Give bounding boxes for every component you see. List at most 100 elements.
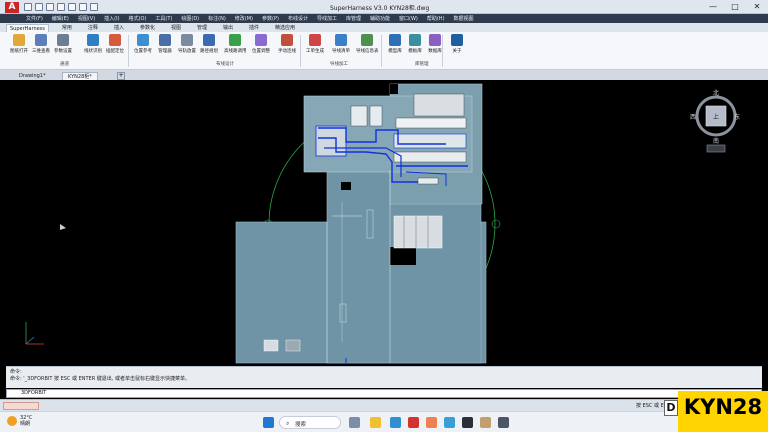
status-bar: 按 ESC 或 EN... — [0, 399, 768, 411]
menu-item-9[interactable]: 参数(P) — [262, 15, 279, 22]
menu-item-3[interactable]: 插入(I) — [104, 15, 119, 22]
ribbon-button-9[interactable]: 高线路调用 — [224, 34, 247, 54]
save-as-icon[interactable] — [57, 3, 65, 11]
menu-item-1[interactable]: 编辑(E) — [52, 15, 69, 22]
ribbon-button-2[interactable]: 参数设置 — [52, 34, 74, 54]
ribbon-tab-9[interactable]: 精选应用 — [272, 24, 298, 32]
ribbon-tab-3[interactable]: 插入 — [111, 24, 127, 32]
ribbon-button-label: 关于 — [452, 49, 462, 54]
navcube-east[interactable]: 东 — [734, 112, 740, 121]
cutout-1 — [390, 247, 416, 265]
ribbon-tab-2[interactable]: 注释 — [85, 24, 101, 32]
ribbon-tab-5[interactable]: 视图 — [168, 24, 184, 32]
title-bar: A SuperHarness V3.0 KYN28柜.dwg — □ ✕ — [0, 0, 768, 14]
open-file-icon[interactable] — [35, 3, 43, 11]
menu-item-13[interactable]: 辅助功能 — [370, 15, 390, 22]
file-explorer-icon[interactable] — [370, 417, 381, 428]
ribbon-tab-6[interactable]: 管理 — [194, 24, 210, 32]
menu-item-4[interactable]: 格式(O) — [129, 15, 147, 22]
taskbar-search[interactable]: ⌕ 搜索 — [279, 416, 341, 429]
ribbon-group-wire-processing: 导线加工 — [330, 62, 348, 67]
app-logo[interactable]: A — [5, 2, 19, 13]
navcube-west[interactable]: 西 — [690, 112, 696, 121]
print-icon[interactable] — [68, 3, 76, 11]
menu-item-15[interactable]: 帮助(H) — [427, 15, 445, 22]
edge-browser-icon[interactable] — [390, 417, 401, 428]
start-menu-icon[interactable] — [263, 417, 274, 428]
position-ref-icon — [137, 34, 149, 46]
ribbon-tab-7[interactable]: 输出 — [220, 24, 236, 32]
app-icon-1[interactable] — [426, 417, 437, 428]
ribbon-button-label: 位置参考 — [134, 49, 152, 54]
ribbon-button-13[interactable]: 导线清单 — [330, 34, 352, 54]
ribbon-button-1[interactable]: 三维查看 — [30, 34, 52, 54]
menu-item-12[interactable]: 库管理 — [346, 15, 361, 22]
doc-tab-drawing1[interactable]: Drawing1* — [14, 72, 50, 80]
menu-item-14[interactable]: 窗口(W) — [399, 15, 418, 22]
ribbon-button-0[interactable]: 图纸打开 — [8, 34, 30, 54]
menu-item-11[interactable]: 导线加工 — [317, 15, 337, 22]
rail-place-icon — [181, 34, 193, 46]
watermark-strip: D — [664, 400, 678, 416]
ribbon-separator — [128, 35, 129, 67]
orbit-handle-right — [491, 219, 501, 229]
menu-item-6[interactable]: 绘图(D) — [181, 15, 199, 22]
ribbon-button-10[interactable]: 位置调整 — [250, 34, 272, 54]
ribbon-button-16[interactable]: 模板库 — [404, 34, 426, 54]
menu-item-7[interactable]: 标注(N) — [208, 15, 226, 22]
superharness-taskbar-icon[interactable] — [462, 417, 473, 428]
ribbon-button-7[interactable]: 导轨放置 — [176, 34, 198, 54]
ribbon-button-18[interactable]: 关于 — [446, 34, 468, 54]
ribbon-button-14[interactable]: 导线信息表 — [356, 34, 379, 54]
cutout-2 — [390, 84, 398, 94]
wps-icon[interactable] — [408, 417, 419, 428]
menu-item-8[interactable]: 修改(M) — [235, 15, 253, 22]
command-input[interactable]: 3DFORBIT — [6, 389, 762, 398]
menu-item-10[interactable]: 布线设计 — [288, 15, 308, 22]
adjust-icon — [255, 34, 267, 46]
app-icon-4[interactable] — [498, 417, 509, 428]
minimize-button[interactable]: — — [702, 0, 724, 14]
task-view-icon[interactable] — [349, 417, 360, 428]
ribbon-tab-0[interactable]: SuperHarness — [6, 24, 49, 32]
new-tab-button[interactable]: + — [117, 72, 125, 80]
app-icon-2[interactable] — [444, 417, 455, 428]
ribbon-button-label: 导线清单 — [332, 49, 350, 54]
ribbon-tab-1[interactable]: 常用 — [59, 24, 75, 32]
ribbon-button-3[interactable]: 线状识别 — [82, 34, 104, 54]
ribbon-tab-8[interactable]: 插件 — [246, 24, 262, 32]
ribbon-button-12[interactable]: 工单生成 — [304, 34, 326, 54]
menu-item-0[interactable]: 文件(F) — [26, 15, 43, 22]
weather-widget[interactable]: 32°C 晴朗 — [20, 415, 32, 427]
ribbon-button-8[interactable]: 路径规划 — [198, 34, 220, 54]
ribbon-button-15[interactable]: 模型库 — [384, 34, 406, 54]
ribbon-button-4[interactable]: 插配定位 — [104, 34, 126, 54]
ribbon-button-6[interactable]: 管理器 — [154, 34, 176, 54]
weather-sun-icon[interactable] — [7, 416, 17, 426]
menu-item-2[interactable]: 视图(V) — [78, 15, 95, 22]
view-cube[interactable]: 北 南 东 西 上 — [690, 88, 742, 156]
new-file-icon[interactable] — [24, 3, 32, 11]
navcube-south[interactable]: 南 — [713, 136, 719, 145]
status-model-tab[interactable] — [3, 402, 39, 410]
close-button[interactable]: ✕ — [746, 0, 768, 14]
menu-item-5[interactable]: 工具(T) — [155, 15, 172, 22]
undo-icon[interactable] — [79, 3, 87, 11]
navcube-top-face[interactable]: 上 — [713, 112, 719, 121]
navcube-north[interactable]: 北 — [713, 88, 719, 97]
ribbon-tab-4[interactable]: 参数化 — [137, 24, 158, 32]
command-history-line-2: 命令: '_3DFORBIT 按 ESC 或 ENTER 键退出, 或者单击鼠标… — [10, 376, 190, 382]
doc-tab-kyn28[interactable]: KYN28柜* — [62, 72, 98, 80]
drawing-canvas[interactable] — [6, 82, 762, 366]
menu-bar: 文件(F) 编辑(E) 视图(V) 插入(I) 格式(O) 工具(T) 绘图(D) 标注(N)… — [0, 14, 768, 23]
maximize-button[interactable]: □ — [724, 0, 746, 14]
ribbon-button-label: 位置调整 — [252, 49, 270, 54]
app-icon-3[interactable] — [480, 417, 491, 428]
redo-icon[interactable] — [90, 3, 98, 11]
ribbon-button-5[interactable]: 位置参考 — [132, 34, 154, 54]
ribbon-button-label: 工单生成 — [306, 49, 324, 54]
ribbon-separator — [381, 35, 382, 67]
ribbon-button-11[interactable]: 手动连线 — [276, 34, 298, 54]
save-icon[interactable] — [46, 3, 54, 11]
menu-item-16[interactable]: 数据视图 — [454, 15, 474, 22]
